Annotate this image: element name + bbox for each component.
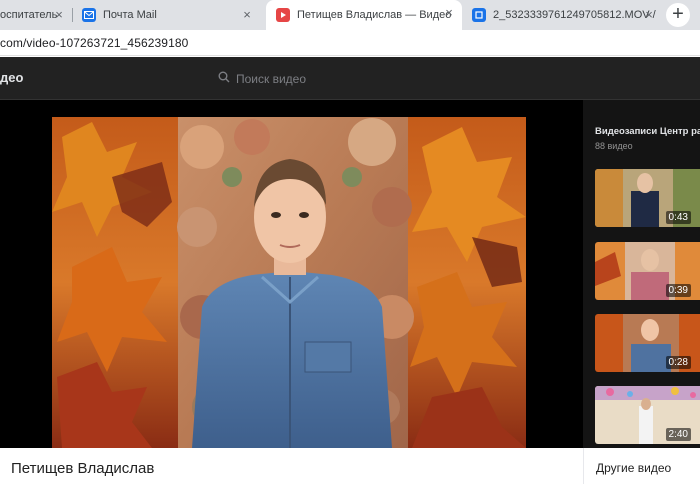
playlist-item[interactable]: 2:40 [595, 386, 700, 444]
video-frame-image [52, 117, 526, 448]
tab-title: оспитатель [0, 9, 58, 21]
other-videos-link[interactable]: Другие видео [596, 461, 671, 475]
video-frame[interactable] [52, 117, 526, 448]
playlist-item[interactable]: 0:39 [595, 242, 700, 300]
tab-title: Петищев Владислав — Видео [297, 9, 452, 21]
tab-strip: оспитатель × Почта Mail × Петищев Владис… [0, 0, 700, 30]
duration-badge: 0:39 [665, 284, 691, 297]
playlist-item[interactable]: 0:43 [595, 169, 700, 227]
video-player[interactable] [0, 100, 583, 448]
close-icon[interactable]: × [240, 8, 254, 22]
close-icon[interactable]: × [642, 8, 656, 22]
duration-badge: 0:43 [665, 211, 691, 224]
file-icon [472, 8, 486, 22]
site-title[interactable]: део [0, 70, 23, 85]
video-info-bar: Петищев Владислав Другие видео [0, 448, 700, 484]
duration-badge: 2:40 [665, 428, 691, 441]
search-icon [218, 70, 230, 88]
close-icon[interactable]: × [52, 8, 66, 22]
playlist-item[interactable]: 0:28 [595, 314, 700, 372]
divider [583, 448, 584, 484]
search-box[interactable]: Поиск видео [218, 70, 306, 88]
tab-mail[interactable]: Почта Mail × [74, 2, 260, 28]
video-icon [276, 8, 290, 22]
site-header: део Поиск видео [0, 57, 700, 100]
duration-badge: 0:28 [665, 356, 691, 369]
new-tab-button[interactable]: + [666, 3, 690, 27]
close-icon[interactable]: × [442, 6, 456, 20]
url-text[interactable]: com/video-107263721_456239180 [0, 36, 188, 50]
mail-icon [82, 8, 96, 22]
tab-divider [72, 8, 73, 22]
search-placeholder: Поиск видео [236, 72, 307, 86]
tab-file[interactable]: 2_5323339761249705812.MOV / × [464, 2, 662, 28]
tab-teacher[interactable]: оспитатель × [0, 2, 70, 28]
playlist-title[interactable]: Видеозаписи Центр ра [595, 126, 700, 137]
tab-video-active[interactable]: Петищев Владислав — Видео × [266, 0, 462, 30]
playlist-sidebar: Видеозаписи Центр ра 88 видео 0:43 0:39 [583, 100, 700, 448]
address-bar[interactable]: com/video-107263721_456239180 [0, 30, 700, 56]
playlist-count: 88 видео [595, 141, 633, 151]
video-title: Петищев Владислав [11, 460, 155, 477]
tab-title: 2_5323339761249705812.MOV / [493, 9, 656, 21]
tab-title: Почта Mail [103, 9, 157, 21]
browser-window: оспитатель × Почта Mail × Петищев Владис… [0, 0, 700, 484]
